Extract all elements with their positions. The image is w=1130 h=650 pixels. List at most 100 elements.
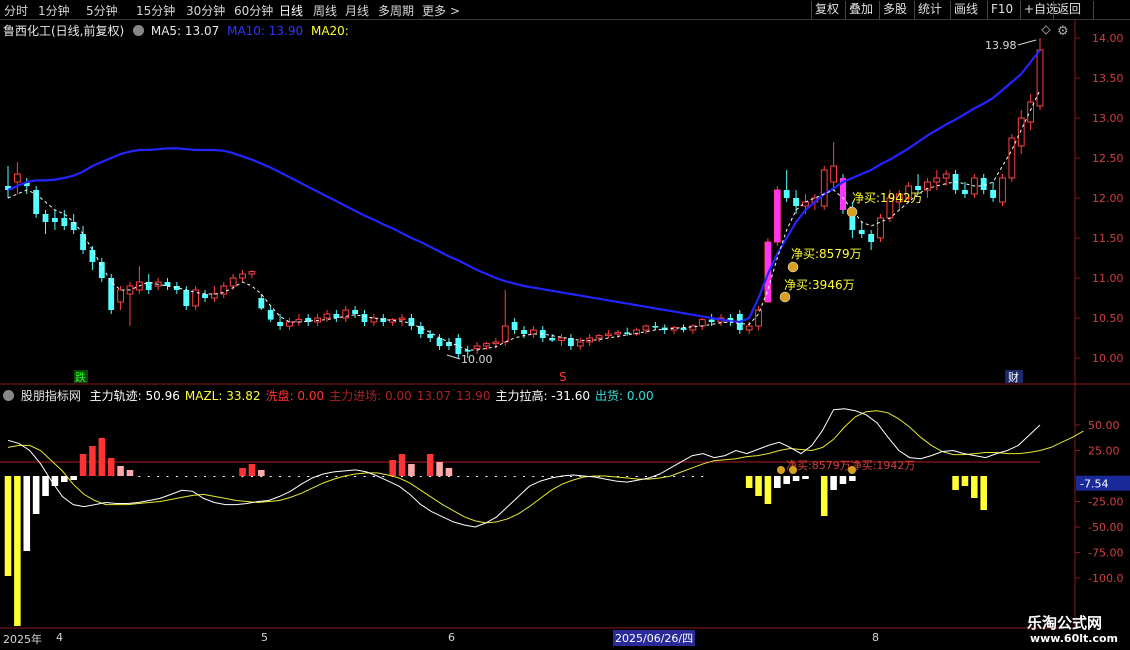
date-label-jun: 6 (448, 631, 455, 644)
candle-body (42, 214, 49, 222)
indicator-histogram-bar (764, 476, 772, 504)
indicator-tick-label: 25.00 (1088, 445, 1120, 458)
mazl-line (7, 410, 1084, 524)
indicator-histogram-bar (961, 476, 969, 486)
tab-timeframe-60min[interactable]: 60分钟 (234, 2, 273, 19)
settings-circle-icon[interactable] (3, 390, 14, 401)
tab-timeframe-1min[interactable]: 1分钟 (38, 2, 70, 19)
candle-body (380, 318, 387, 322)
indicator-value-0: 主力轨迹: 50.96 (89, 389, 180, 403)
tab-timeframe-15min[interactable]: 15分钟 (136, 2, 175, 19)
indicator-tick-label: -25.00 (1088, 496, 1123, 509)
indicator-histogram-bar (849, 476, 856, 481)
price-tick-label: 12.00 (1092, 192, 1124, 205)
candle-body (698, 319, 706, 327)
tab-multi-period[interactable]: 多周期 (378, 2, 414, 19)
indicator-zero-dot (250, 476, 253, 477)
settings-circle-icon[interactable] (133, 25, 145, 36)
candle-body (764, 241, 772, 303)
back-button[interactable] (1093, 1, 1100, 19)
indicator-histogram-bar (23, 476, 31, 551)
price-tick-label: 11.50 (1092, 232, 1124, 245)
money-bag-icon (779, 291, 791, 303)
candle-body (5, 186, 11, 190)
indicator-zero-dot (494, 476, 497, 477)
indicator-zero-dot (138, 476, 141, 477)
indicator-zero-dot (372, 476, 375, 477)
indicator-histogram-bar (971, 476, 978, 498)
net-buy-label-1: 净买:8579万 (791, 247, 862, 261)
indicator-zero-dot (673, 476, 676, 477)
indicator-current-value: -7.54 (1080, 478, 1108, 491)
indicator-zero-dot (560, 476, 563, 477)
candle-body (135, 281, 143, 291)
candle-body (1036, 49, 1044, 107)
candle-body (980, 178, 987, 190)
indicator-histogram-bar (408, 464, 415, 476)
indicator-zero-dot (654, 476, 657, 477)
f10-button[interactable]: F10 (987, 1, 1016, 19)
indicator-zero-dot (644, 476, 647, 477)
indicator-zero-dot (551, 476, 554, 477)
indicator-zero-dot (410, 476, 413, 477)
indicator-histogram-bar (14, 476, 21, 626)
indicator-zero-dot (438, 476, 441, 477)
candle-body (483, 343, 490, 347)
candle-body (549, 338, 556, 341)
net-buy-label-3: 净买:1942万 (852, 191, 923, 205)
candle-body (398, 317, 406, 321)
indicator-histogram-bar (248, 464, 256, 476)
indicator-zero-dot (194, 476, 197, 477)
candle-body-highlight (840, 178, 846, 210)
candle-body (652, 326, 659, 328)
indicator-zero-dot (213, 476, 216, 477)
indicator-histogram-bar (117, 466, 124, 476)
candle-body (539, 330, 546, 338)
chart-area[interactable]: 14.00 13.50 13.00 12.50 12.00 11.50 11.00 10.50… (0, 0, 1130, 650)
candle-body (849, 210, 856, 230)
candle-body (624, 332, 631, 334)
indicator-zero-dot (401, 476, 404, 477)
candle-body (258, 298, 265, 309)
date-label-apr: 4 (56, 631, 63, 644)
indicator-histogram-bar (426, 454, 434, 476)
indicator-histogram-bar (389, 460, 396, 476)
signal-s-label: S (559, 370, 567, 384)
candle-body (586, 337, 594, 343)
multi-stock-button[interactable]: 多股 (879, 1, 910, 19)
adjust-button[interactable]: 复权 (811, 1, 842, 19)
tab-timeframe-30min[interactable]: 30分钟 (186, 2, 225, 19)
indicator-zero-dot (325, 476, 328, 477)
indicator-histogram-bar (107, 458, 115, 476)
candle-body (689, 325, 697, 331)
indicator-zero-dot (513, 476, 516, 477)
add-watchlist-button[interactable]: 返回 (1053, 1, 1084, 19)
tab-timeframe-5min[interactable]: 5分钟 (86, 2, 118, 19)
candle-body (840, 178, 846, 210)
money-bag-icon (846, 206, 858, 218)
candle-body (905, 185, 913, 199)
tab-timeframe-daily[interactable]: 日线 (279, 2, 303, 19)
indicator-current-box (1076, 475, 1130, 491)
indicator-histogram-bar (839, 476, 847, 484)
indicator-histogram-bar (802, 476, 809, 479)
money-bag-icon (848, 466, 856, 474)
tab-more[interactable]: 更多 > (422, 2, 460, 19)
candle-body (361, 314, 368, 322)
draw-line-button[interactable]: 画线 (950, 1, 981, 19)
candle-body (717, 317, 725, 323)
overlay-button[interactable]: 叠加 (845, 1, 876, 19)
candle-body (736, 314, 743, 330)
stats-button[interactable]: 统计 (914, 1, 945, 19)
stock-title[interactable]: 鲁西化工(日线,前复权) (3, 24, 124, 38)
indicator-histogram-bar (830, 476, 837, 490)
candle-body (915, 186, 921, 190)
candle-body (745, 325, 753, 331)
tab-timeframe-weekly[interactable]: 周线 (313, 2, 337, 19)
tab-timeframe-minute[interactable]: 分时 (4, 2, 28, 19)
candle-body (192, 289, 200, 307)
tab-timeframe-monthly[interactable]: 月线 (345, 2, 369, 19)
candle-body (755, 309, 762, 327)
indicator-zero-dot (147, 476, 150, 477)
indicator-name[interactable]: 股朋指标网 (21, 389, 81, 403)
